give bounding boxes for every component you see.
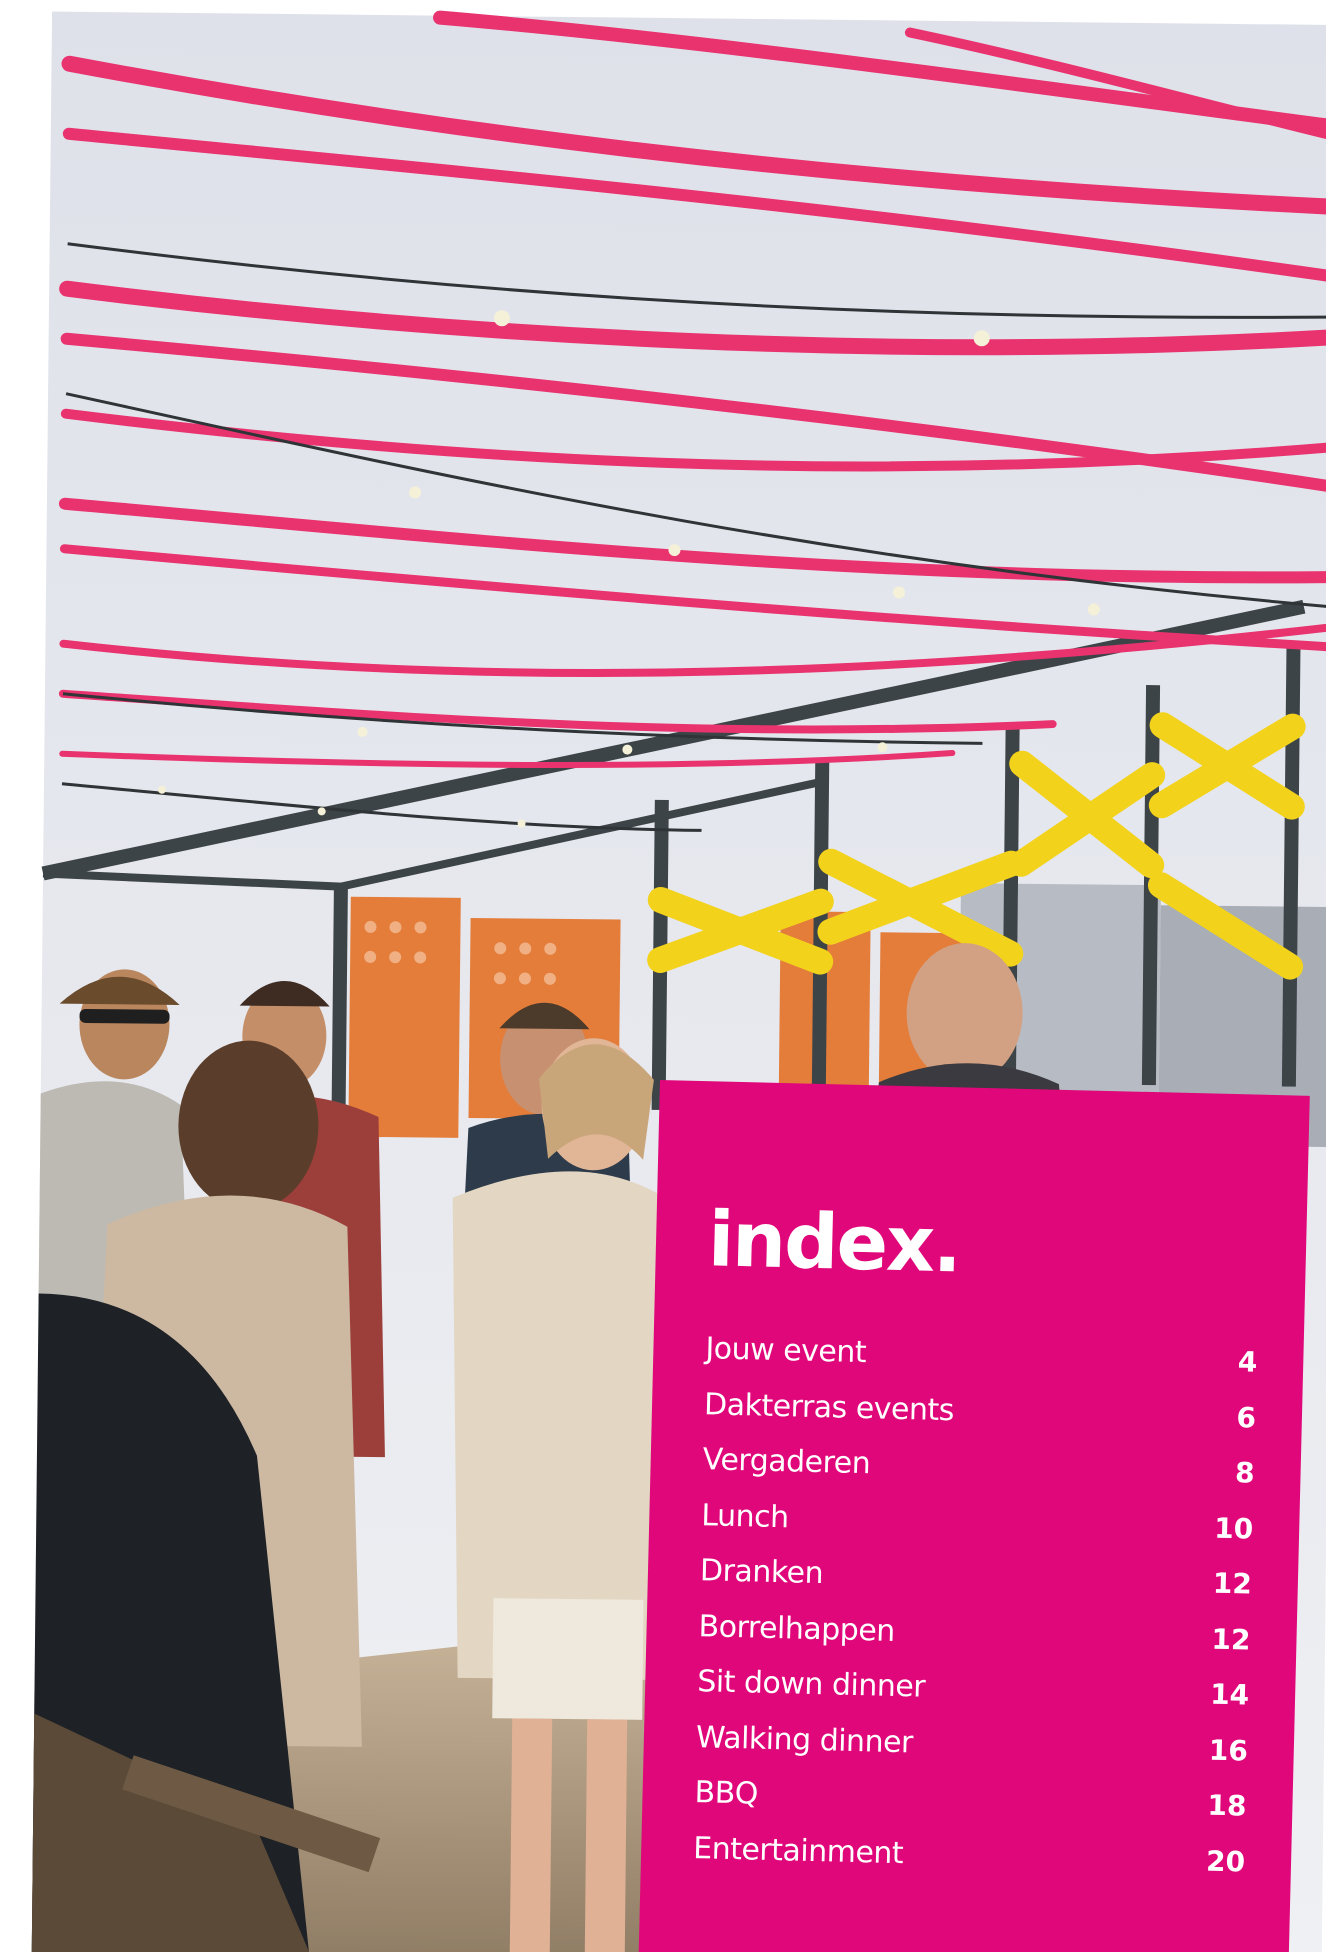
toc-item-page: 12 [1212, 1566, 1253, 1601]
toc-item-label: Sit down dinner [696, 1664, 926, 1705]
toc-item-label: Vergaderen [702, 1442, 871, 1482]
toc-item-page: 12 [1211, 1622, 1251, 1657]
toc-item-page: 8 [1234, 1456, 1255, 1490]
toc-item-label: Borrelhappen [698, 1608, 896, 1649]
index-panel: index. Jouw event 4 Dakterras events 6 V… [638, 1080, 1310, 1952]
index-title: index. [707, 1194, 962, 1290]
brochure-page: index. Jouw event 4 Dakterras events 6 V… [0, 0, 1326, 1952]
table-of-contents: Jouw event 4 Dakterras events 6 Vergader… [692, 1331, 1263, 1899]
toc-item-page: 16 [1208, 1733, 1249, 1768]
toc-item-label: Walking dinner [695, 1719, 914, 1760]
toc-item-label: Entertainment [692, 1830, 904, 1871]
toc-item-page: 18 [1207, 1788, 1247, 1823]
toc-item-page: 4 [1237, 1345, 1258, 1379]
toc-item-label: BBQ [694, 1775, 759, 1812]
toc-item-page: 6 [1236, 1400, 1257, 1435]
toc-item-label: Jouw event [705, 1331, 867, 1371]
toc-item-page: 10 [1213, 1511, 1254, 1546]
toc-item-label: Dakterras events [703, 1386, 955, 1428]
toc-item-label: Dranken [699, 1553, 824, 1592]
toc-item-label: Lunch [700, 1497, 790, 1535]
toc-item-page: 14 [1209, 1677, 1250, 1712]
toc-item-page: 20 [1205, 1844, 1246, 1879]
